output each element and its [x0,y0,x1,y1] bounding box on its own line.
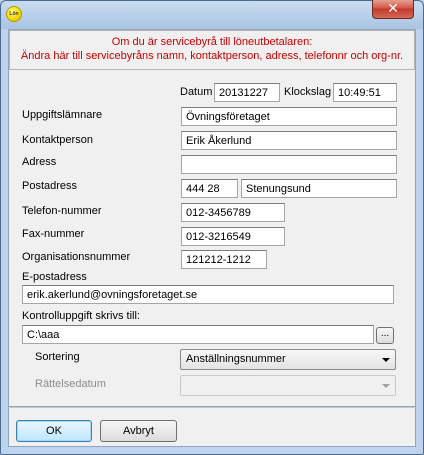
city-field[interactable]: Stenungsund [241,179,397,198]
address-field[interactable] [181,155,397,174]
zip-field[interactable]: 444 28 [181,179,238,198]
phone-label: Telefon-nummer [22,205,102,217]
postal-label: Postadress [22,180,78,192]
time-label: Klockslag [284,86,332,98]
info-box: Om du är servicebyrå till löneutbetalare… [9,30,415,70]
info-text-line-2: Ändra här till servicebyråns namn, konta… [20,50,404,62]
address-label: Adress [22,156,57,168]
provider-field[interactable]: Övningsföretaget [181,107,397,126]
orgnr-field[interactable]: 121212-1212 [181,250,267,269]
sort-selected-value: Anställningsnummer [186,353,286,365]
sort-label: Sortering [35,351,80,363]
info-text-line-1: Om du är servicebyrå till löneutbetalare… [111,36,313,48]
path-label: Kontrolluppgift skrivs till: [22,310,140,322]
provider-label: Uppgiftslämnare [22,109,103,121]
orgnr-label: Organisationsnummer [22,251,131,263]
ok-button[interactable]: OK [16,420,92,442]
time-field[interactable]: 10:49:51 [333,83,397,102]
date-label: Datum [180,86,213,98]
contact-label: Kontaktperson [22,134,93,146]
close-button[interactable]: ✕ [372,0,414,19]
correction-date-label: Rättelsedatum [35,378,106,390]
chevron-down-icon [382,358,390,362]
fax-label: Fax-nummer [22,228,85,240]
chevron-down-icon [382,384,390,388]
app-icon: Lön [6,6,22,22]
email-label: E-postadress [22,271,87,283]
correction-date-dropdown[interactable] [180,375,396,396]
browse-button[interactable]: ... [376,327,394,344]
fax-field[interactable]: 012-3216549 [181,227,285,246]
phone-field[interactable]: 012-3456789 [181,203,285,222]
path-field[interactable]: C:\aaa [22,325,374,344]
email-field[interactable]: erik.akerlund@ovningsforetaget.se [22,285,394,304]
date-field[interactable]: 20131227 [214,83,280,102]
sort-dropdown[interactable]: Anställningsnummer [180,349,396,370]
contact-field[interactable]: Erik Åkerlund [181,131,397,150]
cancel-button[interactable]: Avbryt [100,420,177,442]
